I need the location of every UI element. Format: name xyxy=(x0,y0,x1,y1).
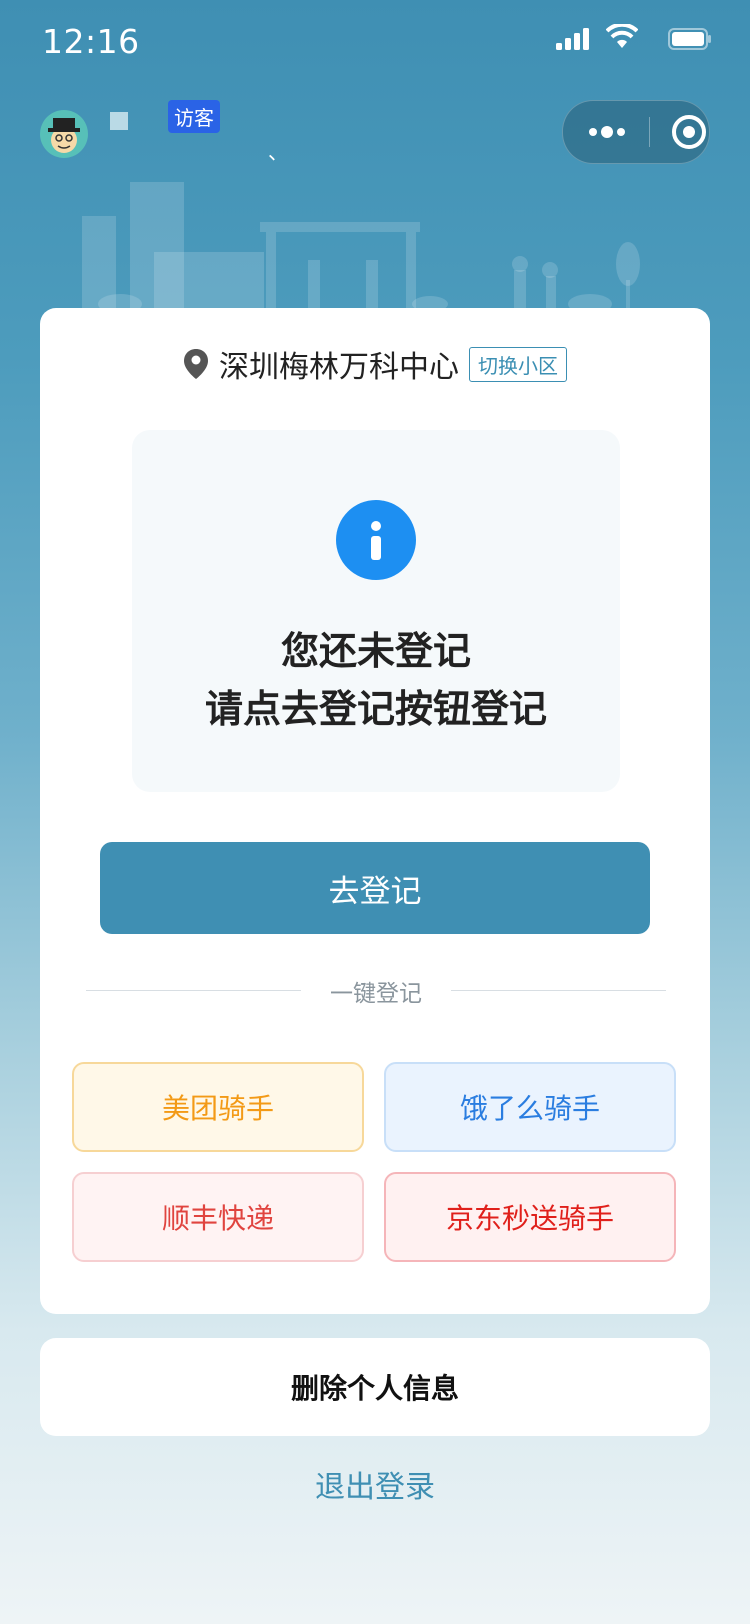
jd-rider-button[interactable]: 京东秒送骑手 xyxy=(384,1172,676,1262)
community-name: 深圳梅林万科中心 xyxy=(219,350,459,385)
logout-link[interactable]: 退出登录 xyxy=(0,1462,750,1506)
status-time: 12:16 xyxy=(42,22,140,61)
skyline-illustration xyxy=(82,182,640,310)
wifi-icon xyxy=(606,24,638,48)
meituan-rider-button[interactable]: 美团骑手 xyxy=(72,1062,364,1152)
divider-line-left xyxy=(86,990,301,991)
mini-program-capsule xyxy=(562,100,710,164)
more-icon[interactable] xyxy=(587,119,627,145)
info-icon xyxy=(336,500,416,580)
battery-icon xyxy=(668,28,711,50)
switch-community-button[interactable]: 切换小区 xyxy=(469,346,567,382)
registration-card: 深圳梅林万科中心 切换小区 您还未登记 请点去登记按钮登记 去登记 一键登记 美… xyxy=(40,308,710,1314)
divider-line-right xyxy=(451,990,666,991)
location-pin-icon xyxy=(184,349,208,379)
notice-line-1: 您还未登记 xyxy=(280,629,471,673)
quick-register-divider: 一键登记 xyxy=(86,972,666,1008)
notice-box: 您还未登记 请点去登记按钮登记 xyxy=(132,430,620,792)
status-bar: 12:16 xyxy=(0,0,750,86)
signal-icon xyxy=(556,28,589,50)
username-mask xyxy=(110,112,128,130)
notice-line-2: 请点去登记按钮登记 xyxy=(204,687,547,731)
sf-express-button[interactable]: 顺丰快递 xyxy=(72,1172,364,1262)
target-icon[interactable] xyxy=(670,113,708,151)
register-button[interactable]: 去登记 xyxy=(100,842,650,934)
quick-register-label: 一键登记 xyxy=(330,981,422,1007)
capsule-divider xyxy=(649,117,650,147)
eleme-rider-button[interactable]: 饿了么骑手 xyxy=(384,1062,676,1152)
avatar-icon[interactable] xyxy=(40,110,88,158)
community-row: 深圳梅林万科中心 切换小区 xyxy=(40,342,710,386)
visitor-badge: 访客 xyxy=(168,100,220,133)
header-mark: 、 xyxy=(268,140,288,164)
delete-info-button[interactable]: 删除个人信息 xyxy=(40,1338,710,1436)
